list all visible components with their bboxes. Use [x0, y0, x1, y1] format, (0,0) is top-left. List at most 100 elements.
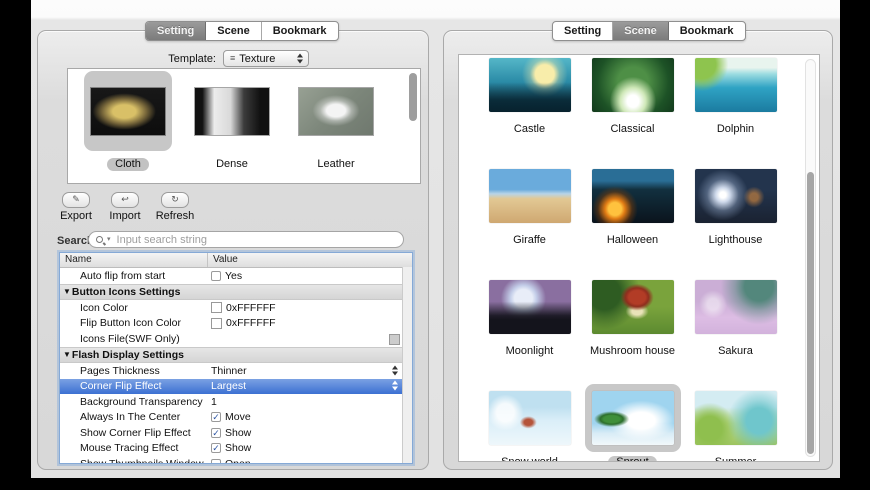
scene-label: Sprout — [608, 456, 657, 461]
right-tab-scene[interactable]: Scene — [613, 22, 669, 40]
scene-scrollbar-thumb[interactable] — [807, 172, 814, 454]
table-row[interactable]: Background Transparency 1 — [60, 394, 403, 410]
scene-tile-halloween[interactable]: Halloween — [581, 162, 684, 248]
left-tab-setting[interactable]: Setting — [146, 22, 207, 40]
table-row[interactable]: Auto flip from start Yes — [60, 268, 403, 284]
scene-label: Dolphin — [716, 123, 755, 135]
column-header-name[interactable]: Name — [60, 253, 207, 267]
checkbox-checked[interactable]: ✓ — [211, 443, 221, 454]
left-tab-bookmark[interactable]: Bookmark — [262, 22, 338, 40]
table-row[interactable]: Icon Color 0xFFFFFF — [60, 300, 403, 316]
scene-tile-castle[interactable]: Castle — [478, 55, 581, 137]
search-field[interactable]: ▾ — [88, 231, 404, 248]
scene-thumb-classical — [591, 58, 674, 112]
checkbox-checked[interactable]: ✓ — [211, 427, 221, 438]
template-tile-cloth-label: Cloth — [107, 158, 149, 171]
scene-thumb-moonlight — [488, 280, 571, 334]
refresh-button[interactable]: ↻ Refresh — [150, 192, 200, 222]
row-value: Open — [225, 457, 251, 464]
search-menu-arrow-icon[interactable]: ▾ — [107, 236, 111, 243]
disclosure-triangle-icon[interactable]: ▼ — [63, 350, 71, 359]
table-row[interactable]: Icons File(SWF Only) — [60, 331, 403, 347]
table-row[interactable]: Show Thumbnails Window Open — [60, 456, 403, 464]
row-name: Show Thumbnails Window — [80, 457, 204, 464]
group-title: Button Icons Settings — [71, 285, 181, 298]
row-name: Mouse Tracing Effect — [80, 442, 179, 455]
scene-thumb-mushroom-house — [591, 280, 674, 334]
value-stepper-icon[interactable] — [392, 365, 399, 376]
disclosure-triangle-icon[interactable]: ▼ — [63, 287, 71, 296]
scene-label: Moonlight — [505, 345, 554, 357]
template-gallery-scrollbar[interactable] — [409, 73, 417, 121]
row-value: 0xFFFFFF — [226, 317, 276, 330]
right-tab-bookmark[interactable]: Bookmark — [669, 22, 745, 40]
template-thumb-cloth-image — [91, 88, 165, 135]
scene-tile-mushroom-house[interactable]: Mushroom house — [581, 273, 684, 359]
dropdown-stepper-icon — [297, 53, 304, 64]
row-name: Always In The Center — [80, 411, 181, 424]
table-row[interactable]: Flip Button Icon Color 0xFFFFFF — [60, 316, 403, 332]
row-name: Background Transparency — [80, 395, 203, 408]
export-icon[interactable]: ✎ — [62, 192, 90, 208]
scene-tile-sprout[interactable]: Sprout — [581, 384, 684, 461]
table-scrollbar[interactable] — [402, 267, 412, 463]
template-tile-leather[interactable]: Leather — [286, 71, 386, 172]
table-group-row[interactable]: ▼Button Icons Settings — [60, 283, 403, 300]
template-tile-dense-frame — [188, 71, 276, 151]
left-tab-bar: Setting Scene Bookmark — [145, 21, 339, 41]
scene-thumb-castle — [488, 58, 571, 112]
checkbox-checked[interactable]: ✓ — [211, 412, 221, 423]
scene-thumb-giraffe — [488, 169, 571, 223]
group-title: Flash Display Settings — [71, 348, 184, 361]
left-tab-scene[interactable]: Scene — [206, 22, 262, 40]
template-dropdown[interactable]: ≡ Texture — [223, 50, 309, 67]
table-row[interactable]: Mouse Tracing Effect ✓ Show — [60, 441, 403, 457]
row-value: 1 — [211, 395, 217, 408]
table-row[interactable]: Always In The Center ✓ Move — [60, 410, 403, 426]
table-row[interactable]: Show Corner Flip Effect ✓ Show — [60, 425, 403, 441]
scene-tile-sakura[interactable]: Sakura — [684, 273, 787, 359]
table-group-row[interactable]: ▼Flash Display Settings — [60, 346, 403, 363]
row-name: Show Corner Flip Effect — [80, 426, 191, 439]
scene-scrollbar-track[interactable] — [805, 59, 816, 457]
scene-frame — [688, 384, 784, 452]
scene-frame — [688, 162, 784, 230]
template-tile-cloth[interactable]: Cloth — [78, 71, 178, 172]
row-value: Show — [225, 442, 252, 455]
table-row[interactable]: Pages Thickness Thinner — [60, 363, 403, 379]
scene-tile-giraffe[interactable]: Giraffe — [478, 162, 581, 248]
scene-frame — [482, 162, 578, 230]
scene-tile-summer[interactable]: Summer — [684, 384, 787, 461]
scene-tile-dolphin[interactable]: Dolphin — [684, 55, 787, 137]
scene-tile-lighthouse[interactable]: Lighthouse — [684, 162, 787, 248]
export-button[interactable]: ✎ Export — [51, 192, 101, 222]
checkbox-unchecked[interactable] — [211, 270, 221, 281]
scene-thumb-snow-world — [488, 391, 571, 445]
scene-thumb-dolphin — [694, 58, 777, 112]
table-header: Name Value — [60, 253, 412, 268]
column-header-value[interactable]: Value — [207, 253, 412, 267]
scene-label: Snow world — [501, 456, 558, 462]
template-dropdown-value: Texture — [239, 52, 276, 65]
scene-tile-moonlight[interactable]: Moonlight — [478, 273, 581, 359]
scene-tile-classical[interactable]: Classical — [581, 55, 684, 137]
row-name: Corner Flip Effect — [80, 380, 162, 393]
color-swatch[interactable] — [211, 317, 222, 329]
right-tab-setting[interactable]: Setting — [553, 22, 614, 40]
import-icon[interactable]: ↩ — [111, 192, 139, 208]
table-row-selected[interactable]: Corner Flip Effect Largest — [60, 378, 403, 394]
refresh-icon[interactable]: ↻ — [161, 192, 189, 208]
value-stepper-icon[interactable] — [392, 380, 399, 392]
scene-frame — [688, 55, 784, 119]
search-input[interactable] — [114, 232, 396, 247]
scene-frame — [482, 273, 578, 341]
color-swatch[interactable] — [211, 302, 222, 314]
file-chooser-button[interactable] — [389, 334, 400, 345]
scene-label: Sakura — [718, 345, 753, 357]
refresh-label: Refresh — [155, 210, 195, 222]
template-tile-dense[interactable]: Dense — [182, 71, 282, 172]
scene-tile-snow-world[interactable]: Snow world — [478, 384, 581, 462]
row-name: Pages Thickness — [80, 364, 160, 377]
checkbox-unchecked[interactable] — [211, 458, 221, 463]
import-button[interactable]: ↩ Import — [100, 192, 150, 222]
